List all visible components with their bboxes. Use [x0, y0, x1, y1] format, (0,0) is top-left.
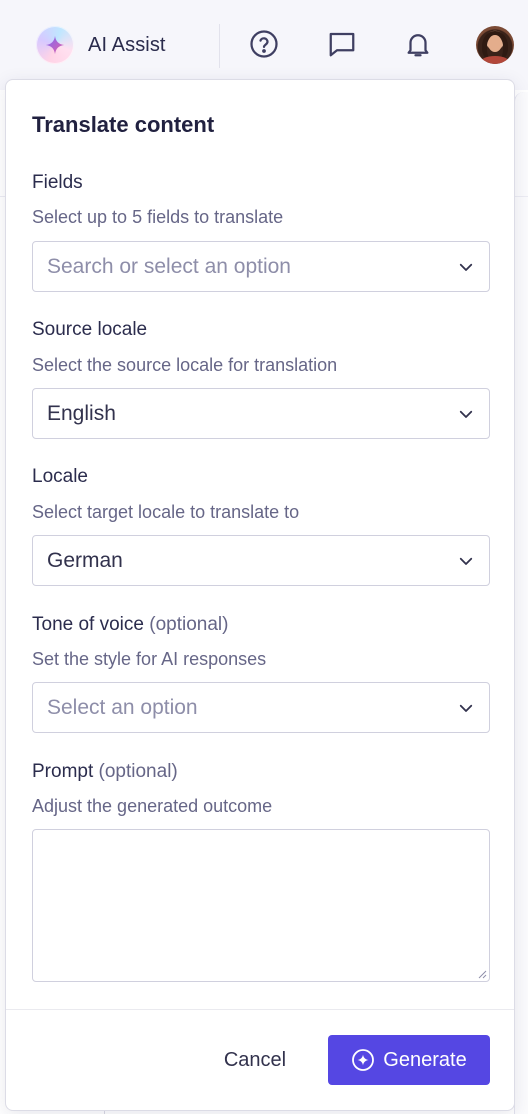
resize-handle-icon[interactable]: [477, 969, 487, 979]
chevron-down-icon: [459, 263, 473, 271]
chat-icon[interactable]: [326, 28, 358, 60]
chevron-down-icon: [459, 410, 473, 418]
ai-assist-label: AI Assist: [88, 33, 166, 56]
topbar-divider: [219, 24, 220, 68]
locale-label: Locale: [32, 466, 88, 487]
tone-placeholder: Select an option: [47, 695, 198, 719]
fields-placeholder: Search or select an option: [47, 254, 291, 278]
target-locale-select[interactable]: German: [32, 535, 490, 586]
cancel-button[interactable]: Cancel: [208, 1035, 302, 1085]
help-circle-icon[interactable]: [248, 28, 280, 60]
sparkle-icon: [352, 1049, 375, 1071]
fields-select[interactable]: Search or select an option: [32, 241, 490, 292]
chevron-down-icon: [459, 557, 473, 565]
source-locale-value: English: [47, 401, 116, 425]
tone-label-text: Tone of voice: [32, 614, 144, 635]
prompt-label-text: Prompt: [32, 761, 94, 782]
fields-help: Select up to 5 fields to translate: [32, 207, 284, 227]
prompt-textarea[interactable]: [32, 829, 490, 982]
source-locale-help: Select the source locale for translation: [32, 355, 338, 375]
locale-help: Select target locale to translate to: [32, 502, 300, 522]
prompt-help: Adjust the generated outcome: [32, 796, 273, 816]
generate-button[interactable]: Generate: [328, 1035, 490, 1085]
ai-assist-button[interactable]: AI Assist: [36, 26, 166, 64]
source-locale-label: Source locale: [32, 319, 148, 340]
footer-divider: [6, 1009, 514, 1010]
prompt-optional-text: (optional): [98, 761, 178, 782]
source-locale-select[interactable]: English: [32, 388, 490, 439]
chevron-down-icon: [459, 704, 473, 712]
tone-label: Tone of voice (optional): [32, 614, 228, 636]
avatar[interactable]: [476, 26, 514, 64]
tone-help: Set the style for AI responses: [32, 649, 267, 669]
background-edge: [514, 92, 528, 1114]
tone-optional-text: (optional): [149, 614, 229, 635]
ai-sparkle-icon: [36, 26, 74, 64]
fields-label: Fields: [32, 172, 83, 193]
top-bar: AI Assist: [0, 0, 528, 90]
popover-title: Translate content: [32, 112, 215, 137]
prompt-label: Prompt (optional): [32, 761, 178, 783]
target-locale-value: German: [47, 548, 123, 572]
generate-label: Generate: [383, 1048, 467, 1071]
bell-icon[interactable]: [402, 28, 434, 60]
translate-popover: Translate content Fields Select up to 5 …: [5, 79, 515, 1111]
tone-select[interactable]: Select an option: [32, 682, 490, 733]
